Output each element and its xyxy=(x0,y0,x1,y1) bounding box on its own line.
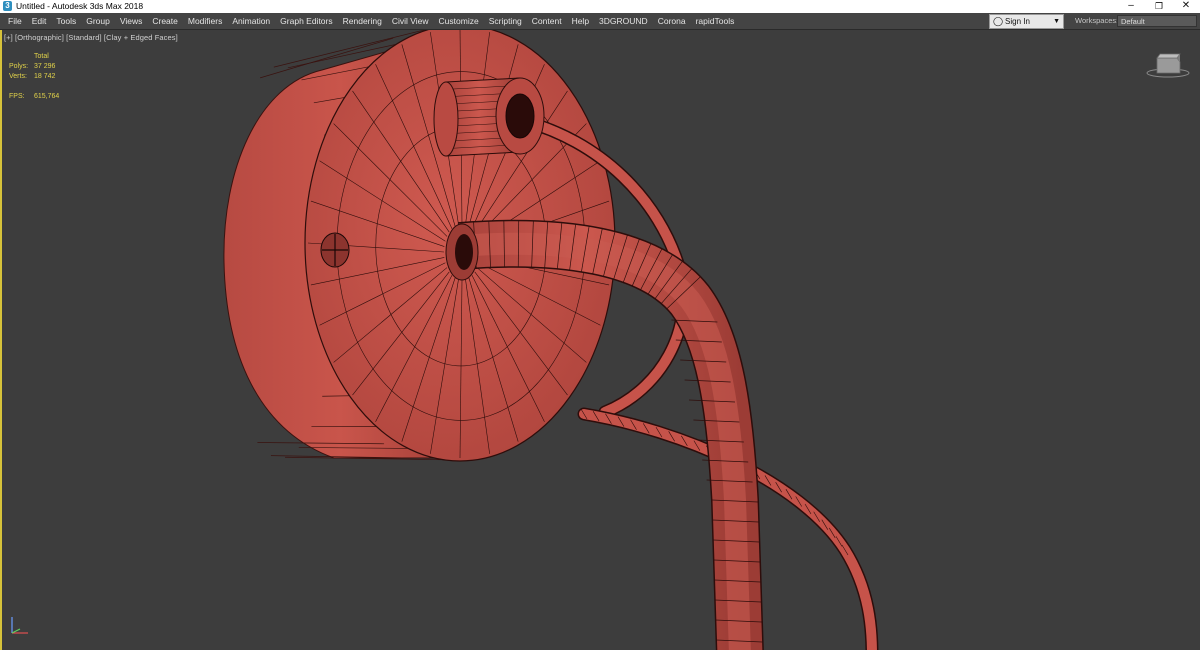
menu-item-content[interactable]: Content xyxy=(527,13,567,29)
upper-socket[interactable] xyxy=(433,77,545,157)
maximize-button[interactable]: ❐ xyxy=(1145,0,1173,13)
menu-item-rendering[interactable]: Rendering xyxy=(338,13,387,29)
menu-item-corona[interactable]: Corona xyxy=(653,13,691,29)
menu-item-group[interactable]: Group xyxy=(81,13,115,29)
fps-label: FPS: xyxy=(9,93,25,100)
scene-render[interactable] xyxy=(0,30,1200,650)
active-viewport-border xyxy=(0,30,2,650)
menu-item-civil-view[interactable]: Civil View xyxy=(387,13,434,29)
viewport-label-menu[interactable]: [+] [Orthographic] [Standard] [Clay + Ed… xyxy=(4,33,178,42)
verts-label: Verts: xyxy=(9,73,27,80)
menu-item-help[interactable]: Help xyxy=(567,13,594,29)
menu-item-views[interactable]: Views xyxy=(115,13,148,29)
viewcube-icon[interactable] xyxy=(1146,52,1190,78)
perspective-viewport[interactable]: [+] [Orthographic] [Standard] [Clay + Ed… xyxy=(0,30,1200,650)
menu-item-3dground[interactable]: 3DGROUND xyxy=(594,13,653,29)
stats-total-header: Total xyxy=(34,53,49,60)
menu-item-tools[interactable]: Tools xyxy=(51,13,81,29)
menu-item-graph-editors[interactable]: Graph Editors xyxy=(275,13,337,29)
minimize-button[interactable]: – xyxy=(1117,0,1145,13)
user-icon: ◯ xyxy=(993,16,1004,26)
verts-value: 18 742 xyxy=(34,73,56,80)
chevron-down-icon: ▼ xyxy=(1053,18,1060,25)
sign-in-label: Sign In xyxy=(1005,17,1030,26)
menu-item-animation[interactable]: Animation xyxy=(227,13,275,29)
menu-items: File Edit Tools Group Views Create Modifiers An… xyxy=(3,13,739,29)
menu-item-customize[interactable]: Customize xyxy=(434,13,484,29)
sign-in-dropdown[interactable]: ◯ Sign In ▼ xyxy=(989,14,1064,29)
window-title: Untitled - Autodesk 3ds Max 2018 xyxy=(16,1,144,11)
polys-value: 37 296 xyxy=(34,63,56,70)
workspaces-label: Workspaces: xyxy=(1075,16,1119,25)
menu-item-rapidtools[interactable]: rapidTools xyxy=(691,13,740,29)
window-title-bar: 3 Untitled - Autodesk 3ds Max 2018 – ❐ ✕ xyxy=(0,0,1200,13)
menu-item-create[interactable]: Create xyxy=(147,13,183,29)
menu-item-edit[interactable]: Edit xyxy=(27,13,52,29)
menu-bar: File Edit Tools Group Views Create Modifiers An… xyxy=(0,13,1200,30)
axis-tripod-icon xyxy=(11,617,28,634)
screw-head[interactable] xyxy=(320,232,350,268)
menu-item-scripting[interactable]: Scripting xyxy=(484,13,527,29)
3ds-max-logo-icon: 3 xyxy=(3,1,12,11)
menu-item-modifiers[interactable]: Modifiers xyxy=(183,13,227,29)
polys-label: Polys: xyxy=(9,63,29,70)
workspaces-select[interactable]: Default xyxy=(1117,15,1197,27)
fps-value: 615,764 xyxy=(34,93,60,100)
close-button[interactable]: ✕ xyxy=(1172,0,1200,13)
menu-item-file[interactable]: File xyxy=(3,13,27,29)
